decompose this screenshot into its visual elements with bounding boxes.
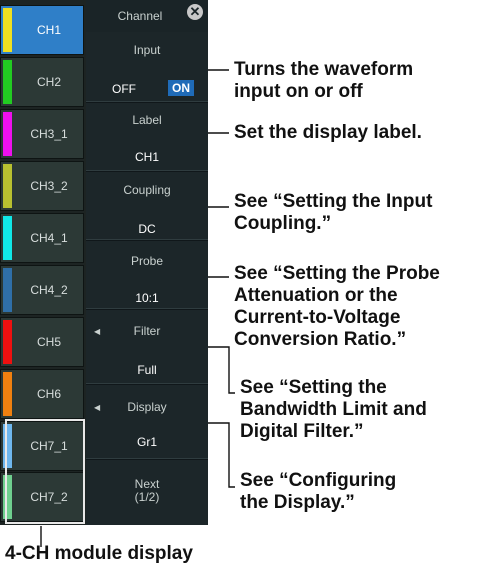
callout-module: 4-CH module display bbox=[5, 543, 193, 564]
callout-label: Set the display label. bbox=[234, 122, 422, 143]
callout-probe: See “Setting the Probe Attenuation or th… bbox=[234, 263, 440, 350]
callout-filter: See “Setting the Bandwidth Limit and Dig… bbox=[240, 377, 427, 442]
callout-coupling: See “Setting the Input Coupling.” bbox=[234, 191, 433, 234]
callout-display: See “Configuring the Display.” bbox=[240, 470, 397, 513]
callout-input: Turns the waveform input on or off bbox=[234, 59, 414, 102]
